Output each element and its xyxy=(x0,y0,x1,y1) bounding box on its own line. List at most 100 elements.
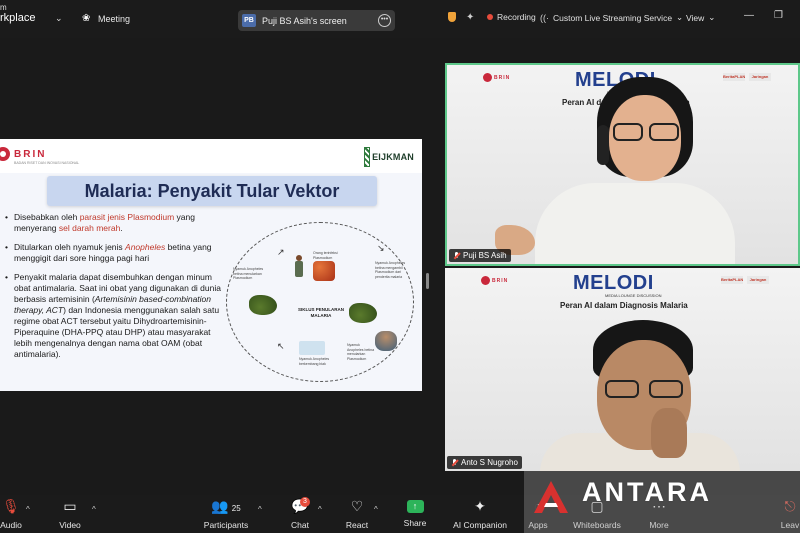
chat-button[interactable]: 💬 3 Chat xyxy=(288,495,312,533)
participants-icon: 👥 25 xyxy=(211,498,241,514)
chevron-up-icon[interactable]: ^ xyxy=(318,505,322,514)
security-status[interactable] xyxy=(448,12,456,22)
note-breeding: Nyamuk Anopheles berkembang biak xyxy=(299,357,330,366)
presenter-avatar: PB xyxy=(242,14,256,27)
participant-hand xyxy=(651,408,687,458)
share-label: Share xyxy=(403,518,427,528)
melodi-banner: MELODI xyxy=(573,272,654,294)
participants-count: 25 xyxy=(231,504,241,513)
sparkle-icon: ✦ xyxy=(466,12,475,23)
live-stream-label: Custom Live Streaming Service xyxy=(553,12,673,23)
headset xyxy=(597,125,609,165)
mic-muted-icon xyxy=(453,251,460,260)
chat-label: Chat xyxy=(291,520,309,530)
bullet-treatment: Penyakit malaria dapat disembuhkan denga… xyxy=(5,272,230,360)
shared-slide: BRIN BADAN RISET DAN INOVASI NASIONAL EI… xyxy=(0,139,422,391)
meeting-label: Meeting xyxy=(98,13,131,24)
live-stream-indicator[interactable]: ((· Custom Live Streaming Service ⌄ xyxy=(540,12,683,23)
glasses xyxy=(649,380,683,398)
react-label: React xyxy=(345,520,369,530)
backdrop-brin-logo: BRIN xyxy=(481,276,508,285)
arrow-icon: ↖ xyxy=(277,341,285,351)
view-label: View xyxy=(686,12,705,23)
blood-cells-icon xyxy=(313,261,335,281)
audio-label: Audio xyxy=(0,520,22,530)
chat-unread-badge: 3 xyxy=(300,497,310,507)
sponsor-logo: Jaringan xyxy=(747,276,769,284)
chevron-up-icon[interactable]: ^ xyxy=(26,505,30,514)
antara-logo-icon xyxy=(534,481,568,513)
video-button[interactable]: ▭ Video xyxy=(56,495,84,533)
bullet-highlight: parasit jenis Plasmodium xyxy=(79,212,175,222)
video-tile-speaker[interactable]: BRIN MELODI MEDIA LOUNGE DISCUSSION Pera… xyxy=(445,63,800,266)
note-uptake: Nyamuk Anopheles betina mengambil Plasmo… xyxy=(375,261,406,279)
bullet-cause: Disebabkan oleh parasit jenis Plasmodium… xyxy=(5,212,230,234)
brin-logo: BRIN xyxy=(0,147,46,161)
chevron-up-icon[interactable]: ^ xyxy=(92,505,96,514)
minimize-icon[interactable]: — xyxy=(744,10,754,21)
mosquito-feeding-icon xyxy=(349,303,377,323)
video-tile-participant[interactable]: BRIN MELODI MEDIA LOUNGE DISCUSSION Pera… xyxy=(445,268,800,471)
chevron-down-icon: ⌄ xyxy=(708,12,716,22)
bullet-highlight: sel darah merah xyxy=(58,223,121,233)
patient-icon xyxy=(375,331,397,351)
slide-bullets: Disebabkan oleh parasit jenis Plasmodium… xyxy=(5,212,230,366)
top-bar: m rkplace ⌄ ❀ Meeting PB Puji BS Asih's … xyxy=(0,0,800,38)
bullet-text: . xyxy=(120,223,123,233)
transmission-cycle-diagram: SIKLUS PENULARAN MALARIA Orang terinfeks… xyxy=(226,222,414,382)
chevron-down-icon[interactable]: ⌄ xyxy=(55,13,63,24)
more-options-icon[interactable]: ••• xyxy=(378,14,391,27)
glasses xyxy=(613,123,643,141)
backdrop-brin-logo: BRIN xyxy=(483,73,510,82)
ai-companion-button[interactable]: ✦ AI Companion xyxy=(452,495,508,533)
ai-status[interactable]: ✦ xyxy=(466,12,474,23)
mic-muted-icon xyxy=(451,458,458,467)
recording-label: Recording xyxy=(497,12,536,22)
chevron-up-icon[interactable]: ^ xyxy=(374,505,378,514)
bullet-text: Ditularkan oleh nyamuk jenis xyxy=(14,242,126,252)
restore-icon[interactable]: ❐ xyxy=(774,10,783,21)
sparkle-icon: ✦ xyxy=(474,498,486,514)
screen-share-label: Puji BS Asih's screen xyxy=(262,15,347,26)
camera-icon: ▭ xyxy=(63,498,77,514)
backdrop-brin-text: BRIN xyxy=(494,74,511,81)
mic-muted-icon: 🎙 xyxy=(2,498,20,514)
bullet-vector: Ditularkan oleh nyamuk jenis Anopheles b… xyxy=(5,242,230,264)
slide-title: Malaria: Penyakit Tular Vektor xyxy=(47,176,377,206)
chevron-up-icon[interactable]: ^ xyxy=(258,505,262,514)
eijkman-text: EIJKMAN xyxy=(372,152,414,162)
screen-share-pill[interactable]: PB Puji BS Asih's screen ••• xyxy=(238,10,395,31)
brand-name: rkplace xyxy=(0,12,36,24)
heart-icon: ♡ xyxy=(350,498,364,514)
app-brand[interactable]: m rkplace xyxy=(0,3,36,24)
audio-button[interactable]: 🎙 Audio xyxy=(0,495,24,533)
ai-companion-label: AI Companion xyxy=(453,520,507,530)
view-menu[interactable]: View ⌄ xyxy=(686,12,715,23)
dna-icon xyxy=(364,147,371,167)
brin-logo-text: BRIN xyxy=(14,148,47,160)
participants-label: Participants xyxy=(203,520,249,530)
larva-icon xyxy=(299,341,325,355)
sponsor-logo: BeritaPLAN xyxy=(721,276,744,284)
resize-handle[interactable] xyxy=(426,273,429,289)
sponsor-logo: BeritaPLAN xyxy=(723,73,746,81)
note-transmit: Nyamuk Anopheles betina menularkan Plasm… xyxy=(233,267,264,280)
participants-button[interactable]: 👥 25 Participants xyxy=(202,495,250,533)
antara-watermark: ANTARA xyxy=(524,471,800,533)
video-label: Video xyxy=(59,520,81,530)
share-button[interactable]: ↑ Share xyxy=(402,495,428,533)
chevron-down-icon: ⌄ xyxy=(676,12,684,22)
recording-indicator[interactable]: Recording xyxy=(487,12,536,22)
cycle-center-label: SIKLUS PENULARAN MALARIA xyxy=(297,307,344,318)
participant-name: Puji BS Asih xyxy=(463,251,507,260)
zoom-app: m rkplace ⌄ ❀ Meeting PB Puji BS Asih's … xyxy=(0,0,800,533)
participant-name: Anto S Nugroho xyxy=(461,458,518,467)
slide-header: BRIN BADAN RISET DAN INOVASI NASIONAL EI… xyxy=(0,139,422,173)
react-button[interactable]: ♡ React xyxy=(344,495,370,533)
note-mosquito: Nyamuk Anopheles betina menularkan Plasm… xyxy=(347,343,375,361)
record-dot-icon xyxy=(487,14,493,20)
bullet-text: Disebabkan oleh xyxy=(14,212,80,222)
participant-name-tag: Anto S Nugroho xyxy=(447,456,522,469)
meeting-menu[interactable]: ❀ Meeting xyxy=(82,13,130,24)
arrow-icon: ↗ xyxy=(277,247,285,257)
